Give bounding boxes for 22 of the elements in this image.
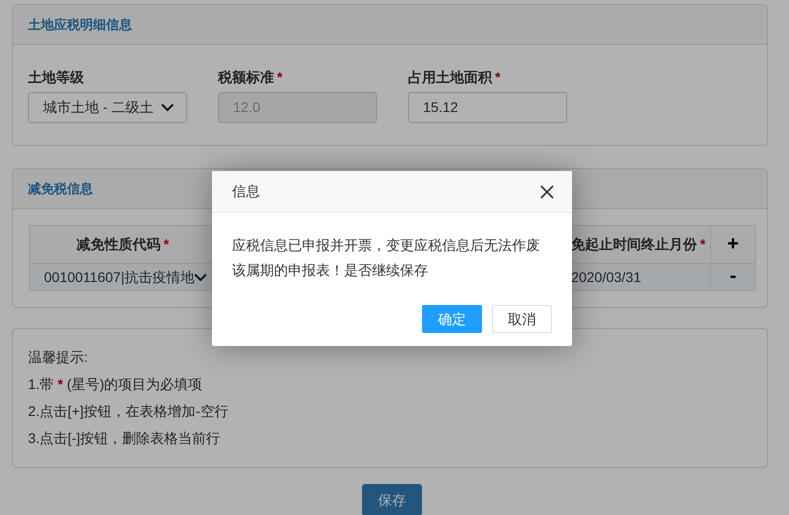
tip-text: 1.带 * (星号)的项目为必填项 <box>28 375 204 394</box>
dialog-message: 应税信息已申报并开票，变更应税信息后无法作废该属期的申报表！是否继续保存 <box>232 236 541 280</box>
section-title: 土地应税明细信息 <box>28 16 132 34</box>
field-label: 占用土地面积 * <box>408 69 500 85</box>
field-label: 税额标准 * <box>218 69 282 85</box>
field-label: 土地等级 <box>28 69 84 85</box>
close-icon <box>540 184 554 198</box>
table-cell: 2020/03/31 <box>571 268 642 284</box>
tip-text: 2.点击[+]按钮，在表格增加-空行 <box>28 402 230 421</box>
section-title: 减免税信息 <box>28 180 93 198</box>
tip-text: 3.点击[-]按钮，删除表格当前行 <box>28 429 222 448</box>
chevron-down-icon <box>161 103 174 112</box>
close-button[interactable] <box>540 184 554 198</box>
column-header: 减免性质代码 * <box>76 236 169 252</box>
input-field[interactable]: 15.12 <box>408 92 567 123</box>
select-field[interactable]: 城市土地 - 二级土 <box>28 92 187 123</box>
dialog-title: 信息 <box>232 182 260 201</box>
save-button[interactable]: 保存 <box>362 484 422 515</box>
cancel-button[interactable]: 取消 <box>492 305 552 333</box>
chevron-down-icon <box>194 272 208 282</box>
tips-title: 温馨提示: <box>28 348 89 367</box>
column-header: 免起止时间终止月份 * <box>571 236 706 252</box>
